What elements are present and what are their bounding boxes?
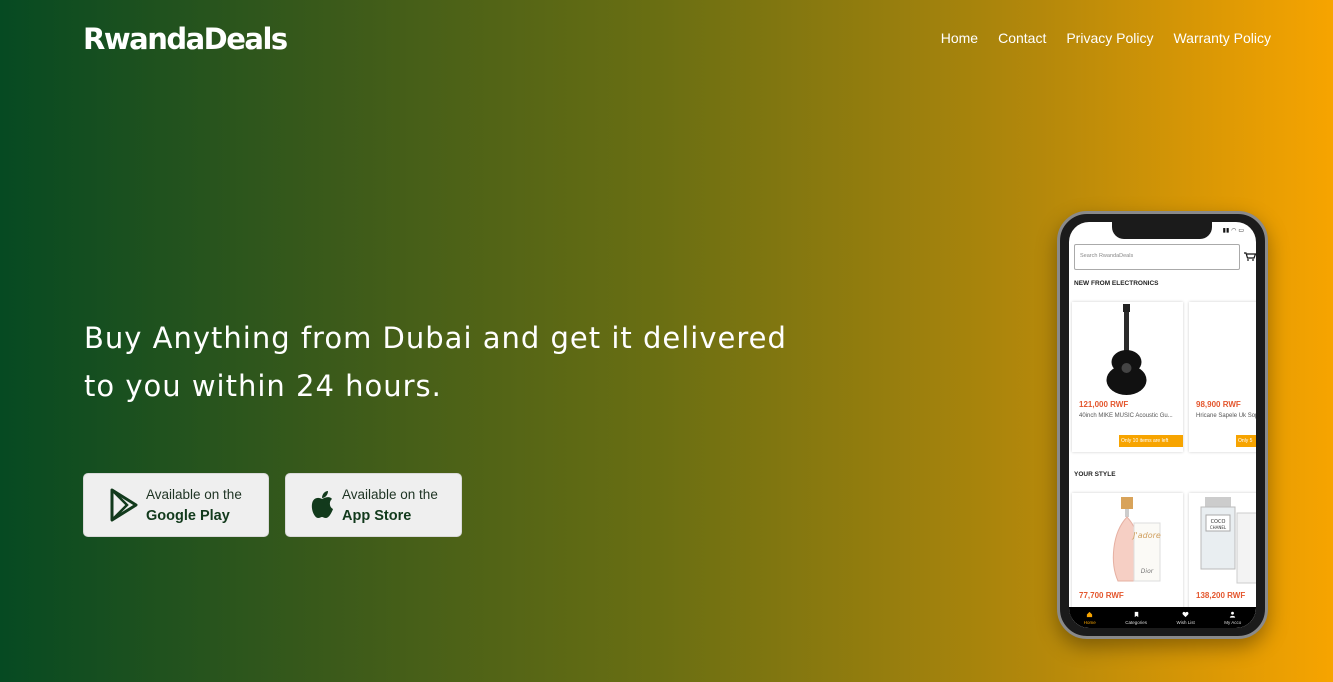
app-store-text: Available on the App Store — [342, 487, 438, 524]
phone-mockup: ▮▮ ◠ ▭ Search RwandaDeals NEW FROM ELECT… — [1057, 211, 1268, 639]
product-price: 138,200 RWF — [1196, 591, 1246, 600]
cart-icon[interactable] — [1244, 252, 1256, 261]
tab-my-account[interactable]: My Acco — [1224, 611, 1241, 625]
tab-wish-list-label: Wish List — [1176, 619, 1195, 625]
nav-warranty-policy-link[interactable]: Warranty Policy — [1173, 30, 1271, 46]
svg-text:CHANEL: CHANEL — [1210, 525, 1227, 530]
perfume-coco-chanel-image: COCO CHANEL — [1189, 493, 1256, 588]
product-card[interactable]: 98,900 RWF Hricane Sapele Uk Sopran... O… — [1189, 302, 1256, 452]
main-nav: Home Contact Privacy Policy Warranty Pol… — [941, 30, 1271, 46]
product-card[interactable]: 121,000 RWF 40inch MIKE MUSIC Acoustic G… — [1072, 302, 1183, 452]
product-name: 40inch MIKE MUSIC Acoustic Gu... — [1079, 413, 1173, 419]
user-icon — [1230, 611, 1236, 618]
phone-notch — [1112, 222, 1212, 239]
app-search-input[interactable]: Search RwandaDeals — [1074, 244, 1240, 270]
brand-logo[interactable]: RwandaDeals — [83, 22, 288, 56]
status-bar-icons: ▮▮ ◠ ▭ — [1222, 227, 1244, 234]
google-play-text: Available on the Google Play — [146, 487, 242, 524]
perfume-dior-image: J'adore Dior — [1072, 493, 1183, 588]
guitar-image — [1072, 302, 1183, 397]
stock-badge: Only 10 items are left — [1119, 435, 1183, 447]
app-tab-bar: Home Categories Wish List My Acco — [1069, 607, 1256, 628]
nav-privacy-policy-link[interactable]: Privacy Policy — [1066, 30, 1153, 46]
google-play-line1: Available on the — [146, 486, 242, 502]
bookmark-icon — [1134, 611, 1138, 617]
tab-wish-list[interactable]: Wish List — [1176, 611, 1195, 625]
app-store-button[interactable]: Available on the App Store — [285, 473, 462, 537]
heart-icon — [1182, 611, 1189, 617]
tab-home-label: Home — [1083, 619, 1096, 625]
home-icon — [1087, 611, 1093, 617]
product-price: 98,900 RWF — [1196, 400, 1241, 409]
product-price: 121,000 RWF — [1079, 400, 1129, 409]
google-play-icon — [104, 488, 144, 522]
section-title-your-style: YOUR STYLE — [1074, 471, 1116, 478]
hero-headline: Buy Anything from Dubai and get it deliv… — [84, 321, 787, 403]
phone-screen: ▮▮ ◠ ▭ Search RwandaDeals NEW FROM ELECT… — [1069, 222, 1256, 628]
svg-text:J'adore: J'adore — [1131, 531, 1161, 540]
section-title-electronics: NEW FROM ELECTRONICS — [1074, 280, 1159, 287]
tab-home[interactable]: Home — [1084, 611, 1096, 625]
tab-categories-label: Categories — [1125, 619, 1147, 625]
apple-icon — [304, 490, 340, 520]
stock-badge: Only 5 — [1236, 435, 1256, 447]
svg-text:Dior: Dior — [1141, 568, 1154, 575]
ukulele-image — [1189, 302, 1256, 397]
app-store-line2: App Store — [342, 507, 412, 524]
google-play-line2: Google Play — [146, 507, 230, 524]
google-play-button[interactable]: Available on the Google Play — [83, 473, 269, 537]
nav-home-link[interactable]: Home — [941, 30, 978, 46]
tab-my-account-label: My Acco — [1224, 619, 1242, 625]
nav-contact-link[interactable]: Contact — [998, 30, 1046, 46]
app-store-line1: Available on the — [342, 486, 438, 502]
product-price: 77,700 RWF — [1079, 591, 1124, 600]
tab-categories[interactable]: Categories — [1125, 611, 1147, 625]
product-name: Hricane Sapele Uk Sopran... — [1196, 413, 1256, 419]
